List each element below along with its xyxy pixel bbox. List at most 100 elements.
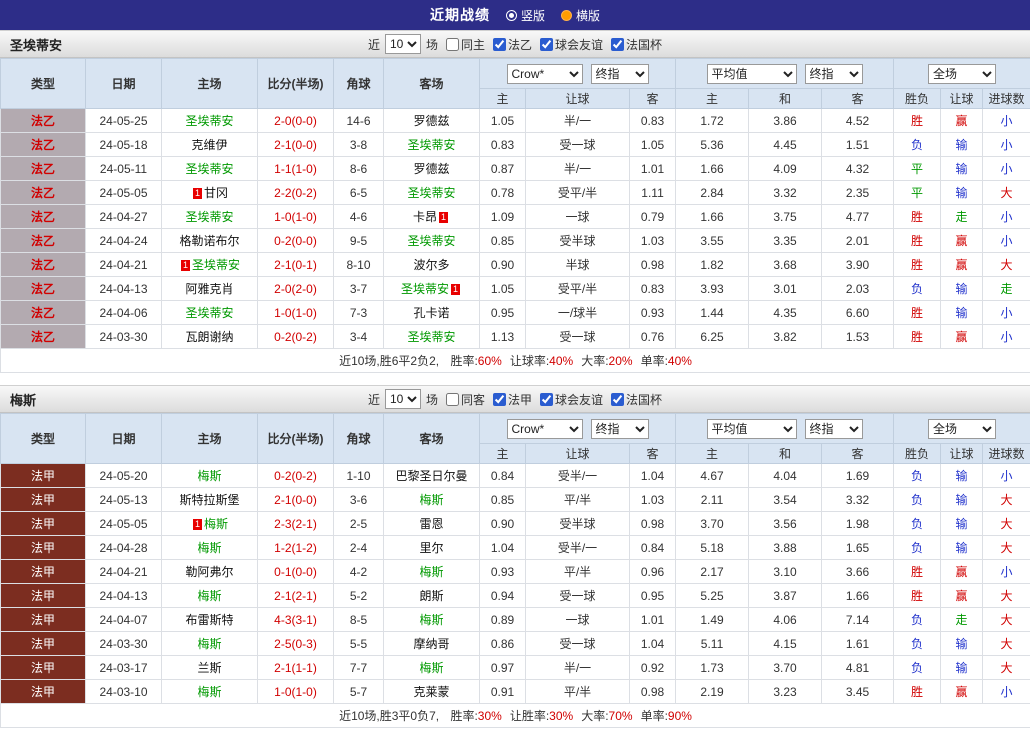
filter-option[interactable]: 法甲 <box>493 391 532 408</box>
score-cell[interactable]: 1-0(1-0) <box>258 680 334 704</box>
score-cell[interactable]: 2-1(0-0) <box>258 133 334 157</box>
team-link[interactable]: 雷恩 <box>419 517 443 531</box>
result-cell: 胜 <box>894 109 941 133</box>
team-link[interactable]: 圣埃蒂安 <box>401 282 449 296</box>
filter-checkbox[interactable] <box>493 38 506 51</box>
team-link[interactable]: 圣埃蒂安 <box>185 162 233 176</box>
score-cell[interactable]: 2-2(0-2) <box>258 181 334 205</box>
layout-radio-horizontal[interactable]: 横版 <box>561 7 600 24</box>
layout-radio-vertical[interactable]: 竖版 <box>506 7 545 24</box>
score-cell[interactable]: 2-3(2-1) <box>258 512 334 536</box>
score-cell[interactable]: 2-1(1-1) <box>258 656 334 680</box>
team-link[interactable]: 巴黎圣日尔曼 <box>395 469 467 483</box>
team-link[interactable]: 孔卡诺 <box>413 306 449 320</box>
asian-stage-select[interactable]: 终指 <box>591 419 649 439</box>
score-cell[interactable]: 2-1(0-1) <box>258 253 334 277</box>
filter-option[interactable]: 法国杯 <box>611 36 662 53</box>
filter-option[interactable]: 同主 <box>446 36 485 53</box>
team-link[interactable]: 摩纳哥 <box>413 637 449 651</box>
team-link[interactable]: 甘冈 <box>204 186 228 200</box>
radio-unselected-icon[interactable] <box>561 10 572 21</box>
team-link[interactable]: 布雷斯特 <box>185 613 233 627</box>
euro-stage-select[interactable]: 终指 <box>805 419 863 439</box>
radio-selected-icon[interactable] <box>506 10 517 21</box>
score-cell[interactable]: 0-2(0-2) <box>258 325 334 349</box>
score-cell[interactable]: 0-1(0-0) <box>258 560 334 584</box>
score-cell[interactable]: 1-2(1-2) <box>258 536 334 560</box>
team-link[interactable]: 圣埃蒂安 <box>407 330 455 344</box>
team-link[interactable]: 梅斯 <box>419 661 443 675</box>
team-link[interactable]: 罗德兹 <box>413 162 449 176</box>
team-link[interactable]: 梅斯 <box>419 613 443 627</box>
score-cell[interactable]: 2-1(2-1) <box>258 584 334 608</box>
filter-checkbox[interactable] <box>611 393 624 406</box>
filter-option[interactable]: 法国杯 <box>611 391 662 408</box>
score-cell[interactable]: 2-0(2-0) <box>258 277 334 301</box>
team-link[interactable]: 圣埃蒂安 <box>407 186 455 200</box>
fulltime-select[interactable]: 全场 <box>928 419 996 439</box>
team-link[interactable]: 瓦朗谢纳 <box>185 330 233 344</box>
filter-checkbox[interactable] <box>446 38 459 51</box>
fulltime-select[interactable]: 全场 <box>928 64 996 84</box>
team-link[interactable]: 卡昂 <box>413 210 437 224</box>
team-link[interactable]: 圣埃蒂安 <box>407 138 455 152</box>
score-cell[interactable]: 0-2(0-2) <box>258 464 334 488</box>
score-cell[interactable]: 2-0(0-0) <box>258 109 334 133</box>
goals-result-cell: 大 <box>983 584 1030 608</box>
team-link[interactable]: 斯特拉斯堡 <box>179 493 239 507</box>
filter-checkbox[interactable] <box>611 38 624 51</box>
score-cell[interactable]: 1-0(1-0) <box>258 301 334 325</box>
filter-option[interactable]: 球会友谊 <box>540 391 603 408</box>
team-link[interactable]: 罗德兹 <box>413 114 449 128</box>
team-section: 圣埃蒂安近10场同主法乙球会友谊法国杯类型日期主场比分(半场)角球客场Crow*… <box>0 30 1030 373</box>
team-link[interactable]: 克莱蒙 <box>413 685 449 699</box>
team-link[interactable]: 里尔 <box>419 541 443 555</box>
filter-checkbox[interactable] <box>493 393 506 406</box>
team-link[interactable]: 圣埃蒂安 <box>192 258 240 272</box>
bookmaker-select[interactable]: Crow* <box>507 64 583 84</box>
filter-checkbox[interactable] <box>540 38 553 51</box>
team-link[interactable]: 波尔多 <box>413 258 449 272</box>
asian-away-odds: 1.04 <box>630 632 676 656</box>
score-cell[interactable]: 1-0(1-0) <box>258 205 334 229</box>
team-link[interactable]: 阿雅克肖 <box>185 282 233 296</box>
recent-count-select[interactable]: 10 <box>385 389 421 409</box>
team-link[interactable]: 梅斯 <box>197 541 221 555</box>
team-link[interactable]: 兰斯 <box>197 661 221 675</box>
filter-option[interactable]: 球会友谊 <box>540 36 603 53</box>
team-link[interactable]: 梅斯 <box>419 493 443 507</box>
team-link[interactable]: 格勒诺布尔 <box>179 234 239 248</box>
team-link[interactable]: 梅斯 <box>197 637 221 651</box>
team-link[interactable]: 圣埃蒂安 <box>185 114 233 128</box>
corners-cell: 5-5 <box>334 632 384 656</box>
team-link[interactable]: 梅斯 <box>197 685 221 699</box>
team-link[interactable]: 圣埃蒂安 <box>185 306 233 320</box>
team-link[interactable]: 朗斯 <box>419 589 443 603</box>
team-link[interactable]: 克维伊 <box>191 138 227 152</box>
team-link[interactable]: 勒阿弗尔 <box>185 565 233 579</box>
filter-option[interactable]: 法乙 <box>493 36 532 53</box>
team-link[interactable]: 梅斯 <box>197 589 221 603</box>
score-cell[interactable]: 0-2(0-0) <box>258 229 334 253</box>
summary-stat-label: 大率: <box>581 354 608 368</box>
team-link[interactable]: 圣埃蒂安 <box>407 234 455 248</box>
average-select[interactable]: 平均值 <box>707 419 797 439</box>
bookmaker-select[interactable]: Crow* <box>507 419 583 439</box>
euro-stage-select[interactable]: 终指 <box>805 64 863 84</box>
filter-checkbox[interactable] <box>540 393 553 406</box>
score-cell[interactable]: 4-3(3-1) <box>258 608 334 632</box>
filter-option[interactable]: 同客 <box>446 391 485 408</box>
team-link[interactable]: 梅斯 <box>197 469 221 483</box>
average-select[interactable]: 平均值 <box>707 64 797 84</box>
recent-count-select[interactable]: 10 <box>385 34 421 54</box>
score-cell[interactable]: 1-1(1-0) <box>258 157 334 181</box>
score-cell[interactable]: 2-5(0-3) <box>258 632 334 656</box>
team-link[interactable]: 梅斯 <box>204 517 228 531</box>
filter-checkbox[interactable] <box>446 393 459 406</box>
asian-stage-select[interactable]: 终指 <box>591 64 649 84</box>
score-cell[interactable]: 2-1(0-0) <box>258 488 334 512</box>
handicap-result-cell: 赢 <box>941 584 983 608</box>
team-link[interactable]: 梅斯 <box>419 565 443 579</box>
team-link[interactable]: 圣埃蒂安 <box>185 210 233 224</box>
date-cell: 24-05-25 <box>86 109 162 133</box>
